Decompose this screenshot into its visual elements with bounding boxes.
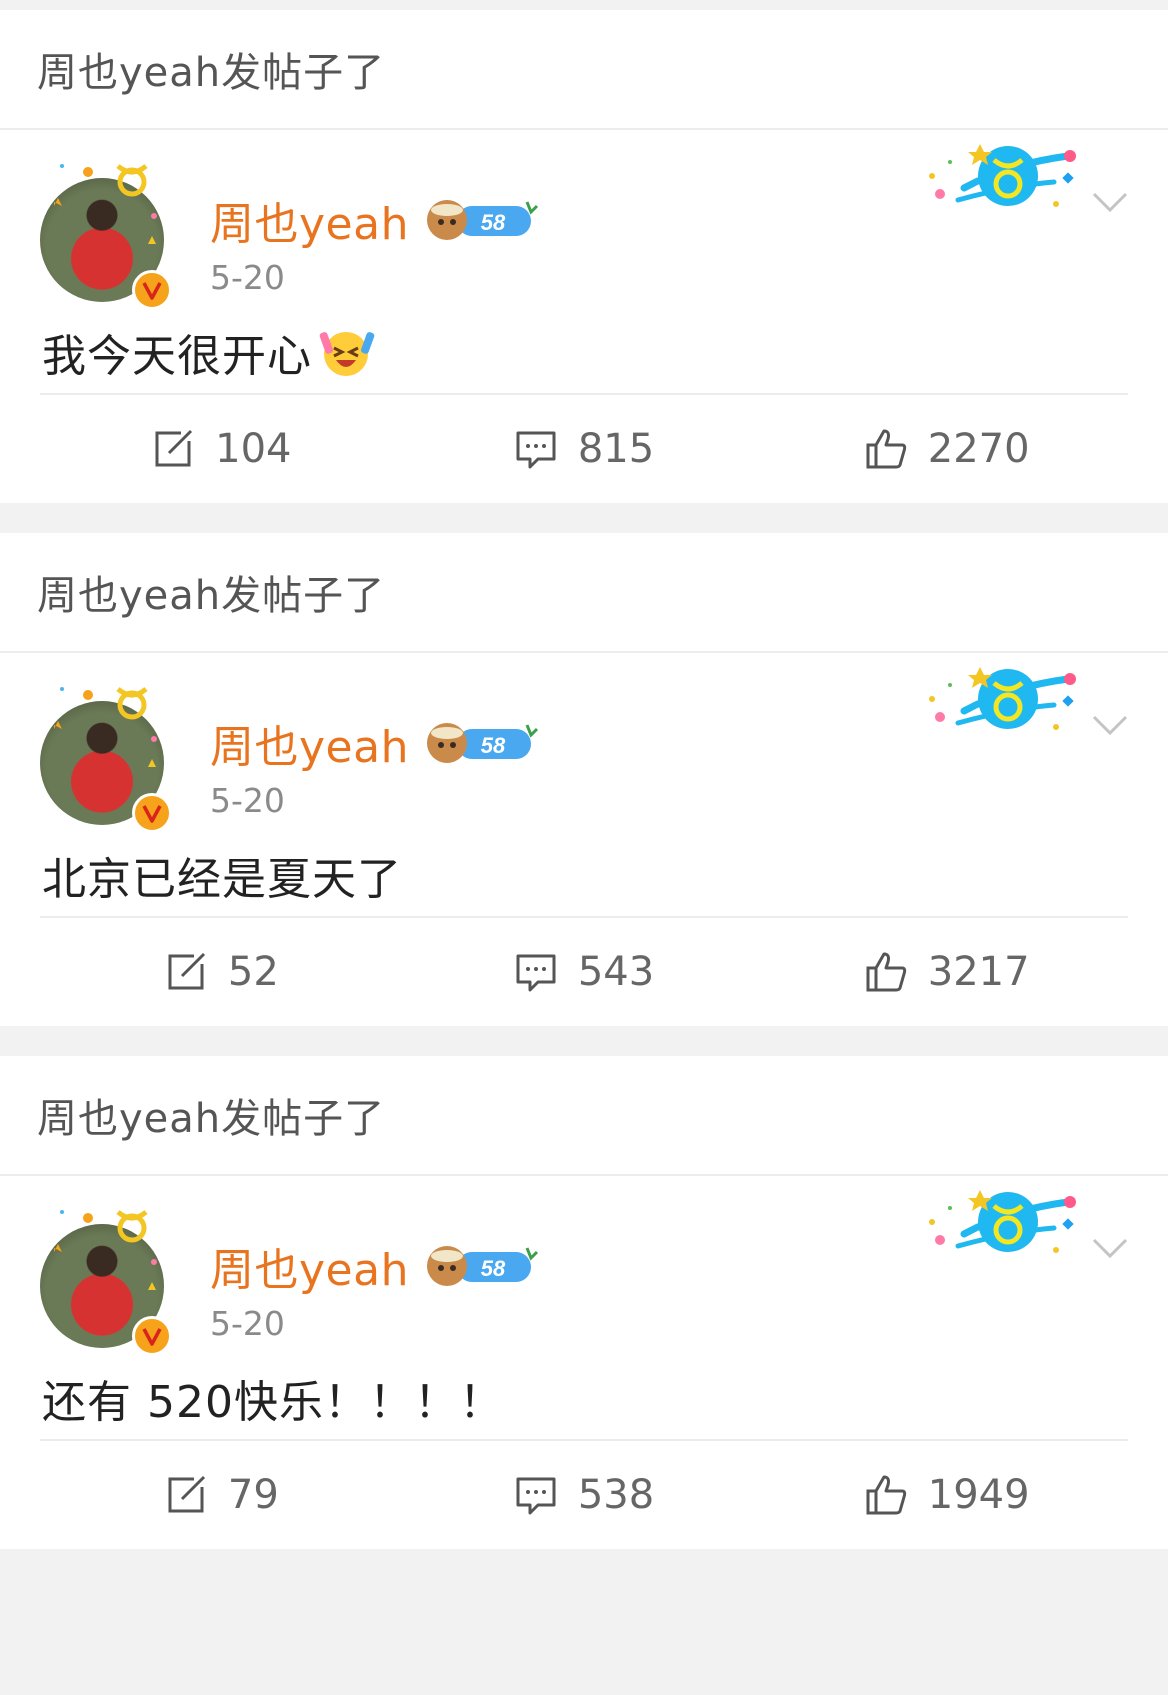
level-badge-text: 58: [481, 733, 506, 758]
verified-v-icon: [132, 793, 172, 833]
thumbs-up-icon: [866, 1475, 906, 1515]
post-content: 我今天很开心: [42, 320, 376, 384]
post-body[interactable]: 周也yeah 58 5-20: [0, 130, 1168, 393]
taurus-sticker-icon: [929, 1190, 1076, 1253]
taurus-sticker-icon: [929, 667, 1076, 730]
name-row: 周也yeah 58: [210, 1234, 539, 1298]
post-body[interactable]: 周也yeah 58 5-20: [0, 653, 1168, 916]
like-count: 2270: [927, 426, 1030, 472]
comment-icon: [516, 954, 556, 992]
post-content: 还有 520快乐！！！！: [42, 1366, 504, 1430]
chevron-down-icon[interactable]: [1090, 1234, 1130, 1262]
level-badge-text: 58: [481, 210, 506, 235]
post-card: 周也yeah发帖子了 周也yeah: [0, 10, 1168, 503]
post-time: 5-20: [210, 1304, 285, 1343]
post-card-header: 周也yeah发帖子了: [0, 533, 1168, 653]
thumbs-up-icon: [866, 952, 906, 992]
repost-button[interactable]: 104: [40, 426, 403, 472]
action-bar: 79 538 1949: [40, 1439, 1128, 1549]
post-card: 周也yeah发帖子了 周也yeah: [0, 1056, 1168, 1549]
feed: 周也yeah发帖子了 周也yeah 58 5-20 我今天很开心 104 815…: [0, 10, 1168, 1549]
comment-button[interactable]: 543: [403, 949, 766, 995]
repost-count: 52: [227, 949, 279, 995]
post-content: 北京已经是夏天了: [42, 843, 402, 907]
verified-v-icon: [132, 270, 172, 310]
taurus-sticker-icon: [929, 144, 1076, 207]
level-badge-text: 58: [481, 1256, 506, 1281]
level-badge: 58: [426, 200, 539, 240]
comment-count: 543: [577, 949, 655, 995]
like-button[interactable]: 3217: [765, 949, 1128, 995]
repost-button[interactable]: 79: [40, 1472, 403, 1518]
action-bar: 104 815 2270: [40, 393, 1128, 503]
repost-count: 79: [227, 1472, 279, 1518]
repost-icon: [155, 429, 193, 467]
laughing-emoji-icon: [319, 332, 375, 376]
like-button[interactable]: 2270: [765, 426, 1128, 472]
level-badge: 58: [426, 1246, 539, 1286]
comment-count: 538: [577, 1472, 655, 1518]
comment-button[interactable]: 538: [403, 1472, 766, 1518]
post-text: 北京已经是夏天了: [42, 854, 402, 905]
comment-icon: [516, 1477, 556, 1515]
like-count: 3217: [927, 949, 1030, 995]
post-time: 5-20: [210, 258, 285, 297]
username[interactable]: 周也yeah: [210, 1234, 409, 1298]
comment-count: 815: [577, 426, 655, 472]
chevron-down-icon[interactable]: [1090, 711, 1130, 739]
post-time: 5-20: [210, 781, 285, 820]
verified-v-icon: [132, 1316, 172, 1356]
post-card-header: 周也yeah发帖子了: [0, 1056, 1168, 1176]
name-row: 周也yeah 58: [210, 711, 539, 775]
repost-count: 104: [215, 426, 292, 472]
avatar[interactable]: [36, 156, 176, 310]
repost-icon: [168, 952, 205, 990]
post-text: 我今天很开心: [42, 331, 312, 382]
repost-button[interactable]: 52: [40, 949, 403, 995]
comment-icon: [516, 431, 556, 469]
avatar[interactable]: [36, 679, 176, 833]
name-row: 周也yeah 58: [210, 188, 539, 252]
post-body[interactable]: 周也yeah 58 5-20: [0, 1176, 1168, 1439]
like-button[interactable]: 1949: [765, 1472, 1128, 1518]
post-card: 周也yeah发帖子了 周也yeah: [0, 533, 1168, 1026]
post-text: 还有 520快乐！！！！: [42, 1377, 504, 1428]
comment-button[interactable]: 815: [403, 426, 766, 472]
like-count: 1949: [927, 1472, 1030, 1518]
level-badge: 58: [426, 723, 539, 763]
repost-icon: [168, 1475, 205, 1513]
username[interactable]: 周也yeah: [210, 711, 409, 775]
chevron-down-icon[interactable]: [1090, 188, 1130, 216]
thumbs-up-icon: [866, 429, 906, 469]
action-bar: 52 543 3217: [40, 916, 1128, 1026]
post-card-header: 周也yeah发帖子了: [0, 10, 1168, 130]
avatar[interactable]: [36, 1202, 176, 1356]
username[interactable]: 周也yeah: [210, 188, 409, 252]
